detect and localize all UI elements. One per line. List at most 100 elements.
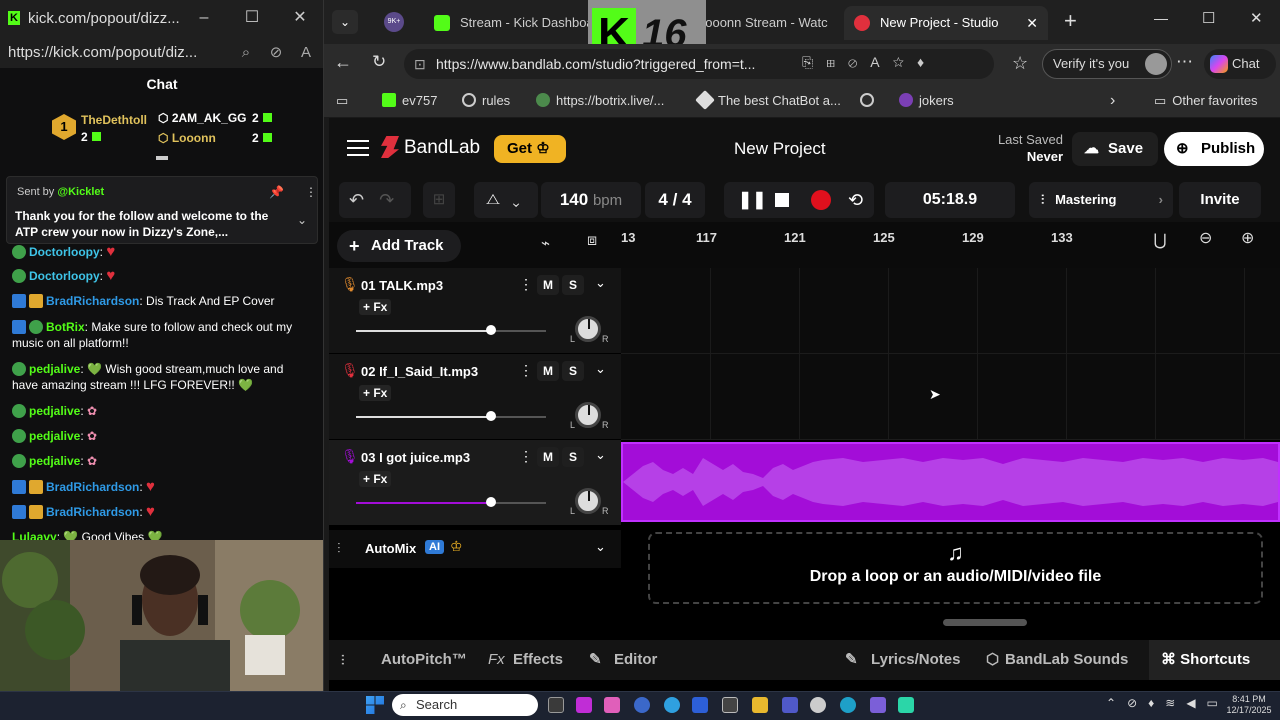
- mute-button[interactable]: M: [537, 275, 559, 295]
- site-info-icon[interactable]: ⊡: [414, 49, 426, 79]
- favorite-rules[interactable]: rules: [462, 84, 510, 118]
- track-row[interactable]: 🎙 01 TALK.mp3 + Fx ⋮ M S ⌄ L R: [329, 268, 621, 354]
- chat-username[interactable]: pedjalive: [29, 404, 80, 418]
- file-explorer-icon[interactable]: [752, 697, 768, 713]
- volume-icon[interactable]: ◀: [1186, 696, 1206, 710]
- taskbar-clock[interactable]: 8:41 PM 12/17/2025: [1224, 694, 1274, 716]
- split-icon[interactable]: ⊞: [826, 54, 848, 70]
- app-available-icon[interactable]: ⎘: [802, 54, 826, 70]
- chat-username[interactable]: BotRix: [46, 320, 85, 334]
- mastering-button[interactable]: ⫶ Mastering ›: [1029, 182, 1173, 218]
- tab-badge-icon[interactable]: 9K+: [384, 12, 404, 32]
- track-menu-icon[interactable]: ⋮: [519, 448, 533, 465]
- leader-name-2[interactable]: 2AM_AK_GG: [172, 111, 247, 125]
- zoom-out-icon[interactable]: ⊖: [1199, 228, 1212, 248]
- tracking-icon[interactable]: ⊘: [264, 43, 288, 61]
- favorite-jokers[interactable]: jokers: [899, 84, 954, 118]
- copilot-chat-button[interactable]: Chat: [1204, 49, 1276, 79]
- favorite-star-icon[interactable]: ☆: [893, 54, 917, 70]
- chevron-right-icon[interactable]: ›: [1110, 84, 1115, 118]
- add-fx-button[interactable]: + Fx: [359, 385, 392, 401]
- app-icon[interactable]: [576, 697, 592, 713]
- close-button[interactable]: ✕: [276, 0, 323, 36]
- get-membership-button[interactable]: Get ♔: [494, 135, 566, 163]
- lyrics-notes-button[interactable]: Lyrics/Notes: [871, 640, 960, 680]
- editor-button[interactable]: Editor: [614, 640, 657, 680]
- tab-new-project-studio[interactable]: New Project - Studio ✕: [844, 6, 1048, 40]
- effects-button[interactable]: Effects: [513, 640, 563, 680]
- drop-zone[interactable]: ♫ Drop a loop or an audio/MIDI/video fil…: [648, 532, 1263, 604]
- project-title[interactable]: New Project: [734, 139, 826, 159]
- pan-knob[interactable]: [575, 488, 601, 514]
- close-window-button[interactable]: ✕: [1250, 9, 1263, 27]
- more-menu-icon[interactable]: ⋯: [1176, 52, 1193, 72]
- maximize-button[interactable]: ☐: [228, 0, 276, 36]
- read-aloud-icon[interactable]: A: [870, 54, 892, 70]
- mic-icon[interactable]: ♦: [917, 54, 937, 70]
- hamburger-menu-icon[interactable]: [347, 140, 369, 156]
- favorite-chatbot[interactable]: The best ChatBot a...: [695, 84, 841, 118]
- chat-username[interactable]: pedjalive: [29, 362, 80, 376]
- favorite-globe[interactable]: [860, 84, 880, 118]
- solo-button[interactable]: S: [562, 447, 584, 467]
- leader-name-3[interactable]: Looonn: [172, 131, 216, 145]
- back-arrow-icon[interactable]: ←: [334, 52, 352, 73]
- shortcuts-button[interactable]: ⌘ Shortcuts: [1149, 640, 1280, 680]
- volume-knob[interactable]: [486, 411, 496, 421]
- chat-username[interactable]: BradRichardson: [46, 294, 139, 308]
- solo-button[interactable]: S: [562, 361, 584, 381]
- bandlab-brand[interactable]: BandLab: [404, 137, 480, 159]
- app-icon[interactable]: [604, 697, 620, 713]
- favorites-icon[interactable]: ☆: [1012, 53, 1028, 74]
- tracking-icon[interactable]: ⊘: [848, 54, 870, 70]
- chevron-down-icon[interactable]: ⌄: [595, 447, 606, 463]
- tab-actions-icon[interactable]: ⌄: [332, 10, 358, 34]
- mixer-icon[interactable]: ⧈: [587, 232, 597, 250]
- taskbar-search[interactable]: ⌕ Search: [392, 694, 538, 716]
- pause-icon[interactable]: ❚❚: [738, 182, 767, 218]
- publish-button[interactable]: ⊕ Publish: [1164, 132, 1264, 166]
- app-icon[interactable]: [664, 697, 680, 713]
- invite-button[interactable]: Invite: [1179, 182, 1261, 218]
- chevron-down-icon[interactable]: ⌄: [595, 539, 606, 555]
- undo-icon[interactable]: ↶: [349, 190, 364, 210]
- chevron-down-icon[interactable]: ⌄: [595, 361, 606, 377]
- zoom-in-icon[interactable]: ⊕: [1241, 228, 1254, 248]
- track-row-selected[interactable]: 🎙 03 I got juice.mp3 + Fx ⋮ M S ⌄ L R: [329, 440, 621, 526]
- refresh-icon[interactable]: ↻: [372, 52, 386, 72]
- favorite-botrix[interactable]: https://botrix.live/...: [536, 84, 664, 118]
- verify-profile-button[interactable]: Verify it's you: [1042, 49, 1172, 79]
- minimize-button[interactable]: –: [180, 0, 228, 36]
- edge-icon[interactable]: [840, 697, 856, 713]
- mute-button[interactable]: M: [537, 447, 559, 467]
- new-tab-button[interactable]: +: [1064, 8, 1077, 34]
- app-icon[interactable]: [898, 697, 914, 713]
- add-track-button[interactable]: + Add Track: [337, 230, 461, 262]
- automix-row[interactable]: ⫶ AutoMix AI ♔ ⌄: [329, 530, 621, 568]
- redo-icon[interactable]: ↷: [379, 190, 394, 210]
- volume-knob[interactable]: [486, 497, 496, 507]
- track-name[interactable]: 03 I got juice.mp3: [361, 450, 470, 465]
- pin-icon[interactable]: 📌: [269, 185, 284, 199]
- zoom-icon[interactable]: ⌕: [234, 44, 258, 61]
- task-view-icon[interactable]: [548, 697, 564, 713]
- popout-address-bar[interactable]: https://kick.com/popout/diz... ⌕ ⊘ A: [0, 36, 323, 68]
- store-icon[interactable]: [722, 697, 738, 713]
- zoom-app-icon[interactable]: [692, 697, 708, 713]
- solo-button[interactable]: S: [562, 275, 584, 295]
- chat-username[interactable]: Doctorloopy: [29, 269, 100, 283]
- stop-icon[interactable]: [775, 193, 789, 207]
- track-row[interactable]: 🎙 02 If_I_Said_It.mp3 + Fx ⋮ M S ⌄ L R: [329, 354, 621, 440]
- track-menu-icon[interactable]: ⋮: [519, 362, 533, 379]
- pan-knob[interactable]: [575, 402, 601, 428]
- tray-app-icon[interactable]: ⊘: [1127, 696, 1148, 710]
- volume-slider[interactable]: [356, 411, 546, 421]
- chat-username[interactable]: BradRichardson: [46, 505, 139, 519]
- audio-region-waveform[interactable]: [621, 442, 1280, 522]
- bandlab-sounds-button[interactable]: BandLab Sounds: [1005, 640, 1128, 680]
- pan-knob[interactable]: [575, 316, 601, 342]
- track-menu-icon[interactable]: ⋮: [519, 276, 533, 293]
- chat-username[interactable]: pedjalive: [29, 429, 80, 443]
- tab-kick-dashboard[interactable]: Stream - Kick Dashboar: [424, 6, 594, 40]
- mute-button[interactable]: M: [537, 361, 559, 381]
